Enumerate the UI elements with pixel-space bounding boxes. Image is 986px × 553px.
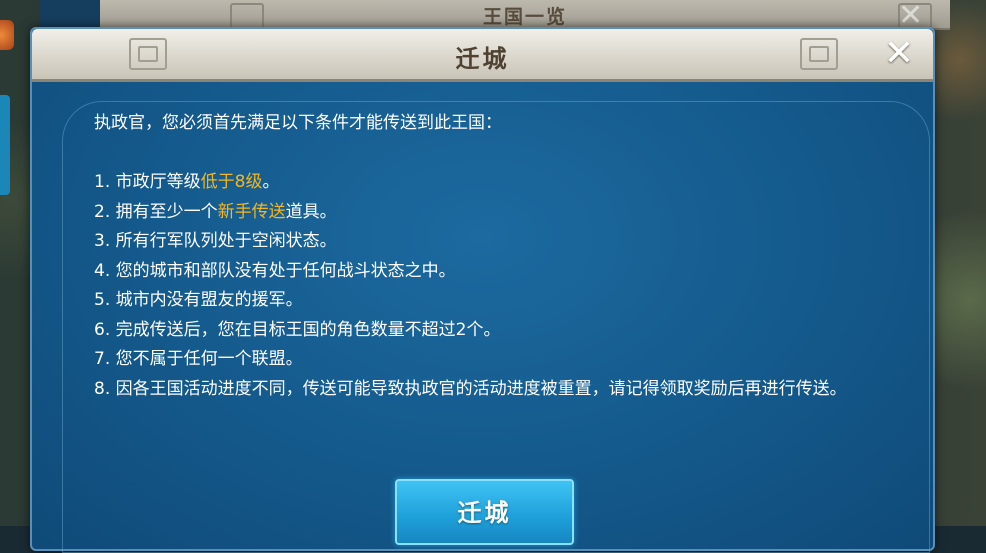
condition-item: 7. 您不属于任何一个联盟。 <box>94 349 303 369</box>
dialog-title: 迁城 <box>455 45 510 73</box>
condition-item: 5. 城市内没有盟友的援军。 <box>94 290 303 310</box>
highlight-text: 新手传送 <box>217 201 286 222</box>
condition-item: 3. 所有行军队列处于空闲状态。 <box>94 231 337 251</box>
conditions-text: 执政官，您必须首先满足以下条件才能传送到此王国： 1. 市政厅等级低于8级。 2… <box>94 109 914 404</box>
condition-item: 1. 市政厅等级低于8级。 <box>94 172 280 192</box>
background-dialog-title: 王国一览 <box>482 6 567 28</box>
condition-item: 4. 您的城市和部队没有处于任何战斗状态之中。 <box>94 260 456 281</box>
event-badge-icon[interactable] <box>0 20 14 50</box>
background-dialog-header: 王国一览 <box>100 0 950 30</box>
intro-text: 执政官，您必须首先满足以下条件才能传送到此王国： <box>94 113 502 133</box>
relocate-dialog: 迁城 ✕ 执政官，您必须首先满足以下条件才能传送到此王国： 1. 市政厅等级低于… <box>30 27 935 553</box>
dialog-header: 迁城 ✕ <box>32 29 933 82</box>
condition-item: 2. 拥有至少一个新手传送道具。 <box>94 201 337 222</box>
highlight-text: 低于8级 <box>200 172 263 192</box>
condition-item: 8. 因各王国活动进度不同，传送可能导致执政官的活动进度被重置，请记得领取奖励后… <box>94 378 847 399</box>
side-tab[interactable] <box>0 95 10 195</box>
close-icon[interactable]: ✕ <box>880 35 918 73</box>
background-close-icon[interactable]: ✕ <box>898 1 923 31</box>
relocate-confirm-button[interactable]: 迁城 <box>395 479 574 545</box>
ornament-right-icon <box>800 38 838 70</box>
condition-item: 6. 完成传送后，您在目标王国的角色数量不超过2个。 <box>94 319 501 340</box>
confirm-button-label: 迁城 <box>457 499 512 527</box>
